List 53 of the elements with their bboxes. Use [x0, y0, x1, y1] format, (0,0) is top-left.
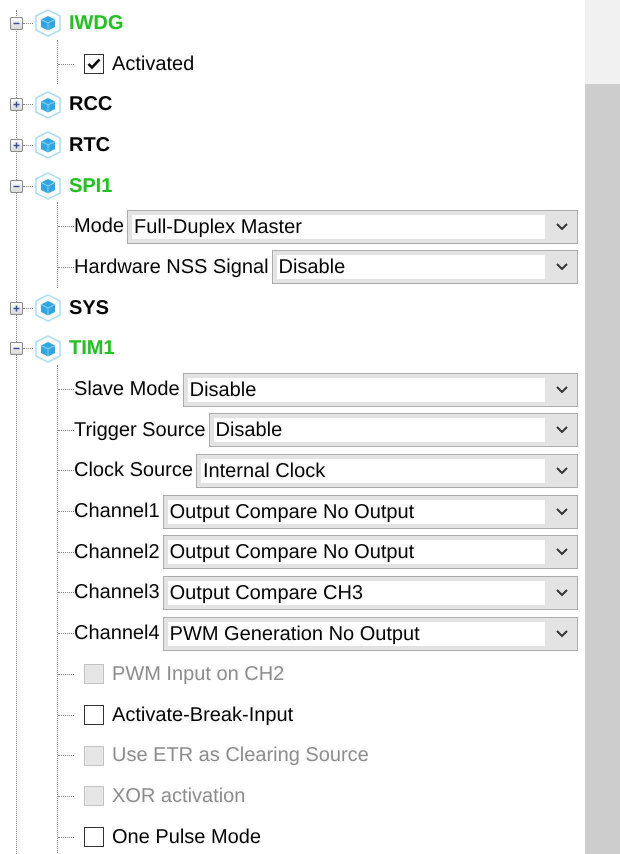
field-label: Channel3 — [74, 581, 160, 604]
expand-button[interactable] — [10, 302, 23, 315]
dropdown[interactable]: Disable — [272, 250, 578, 284]
dropdown[interactable]: Disable — [208, 413, 578, 448]
cube-icon — [33, 90, 63, 120]
node-label[interactable]: SYS — [69, 296, 110, 320]
field-label: Channel2 — [74, 540, 160, 564]
plus-icon — [11, 302, 22, 314]
node-label[interactable]: RTC — [69, 134, 110, 157]
cube-icon — [33, 171, 63, 202]
plus-icon — [11, 140, 22, 151]
field-label: Trigger Source — [74, 418, 206, 442]
chevron-down-icon — [555, 628, 569, 639]
field-label: Channel4 — [74, 622, 160, 646]
expand-button[interactable] — [10, 98, 23, 112]
check-icon — [87, 58, 101, 70]
dropdown[interactable]: Full-Duplex Master — [127, 210, 578, 244]
checkbox-label[interactable]: Activate-Break-Input — [112, 704, 294, 727]
cube-icon — [33, 8, 63, 38]
cube-icon — [33, 130, 63, 160]
collapse-button[interactable] — [10, 342, 23, 356]
chevron-down-icon — [555, 384, 569, 395]
checkbox[interactable] — [84, 54, 104, 74]
dropdown[interactable]: Disable — [182, 372, 578, 407]
expand-button[interactable] — [10, 138, 23, 152]
cube-icon — [33, 293, 63, 324]
dropdown[interactable]: PWM Generation No Output — [162, 616, 578, 651]
chevron-down-icon — [555, 547, 569, 558]
collapse-button[interactable] — [10, 16, 23, 30]
field-label: Clock Source — [74, 459, 193, 482]
chevron-down-icon — [555, 588, 569, 598]
chevron-down-icon — [555, 222, 569, 232]
field-label: Mode — [74, 215, 124, 238]
checkbox[interactable] — [84, 705, 104, 726]
node-label[interactable]: RCC — [69, 93, 112, 116]
dropdown[interactable]: Output Compare No Output — [162, 494, 578, 529]
scrollbar-thumb[interactable] — [585, 84, 620, 854]
dropdown[interactable]: Internal Clock — [196, 454, 578, 488]
field-label: Channel1 — [74, 500, 160, 524]
chevron-down-icon — [555, 425, 569, 436]
chevron-down-icon — [555, 262, 569, 272]
collapse-button[interactable] — [10, 180, 23, 193]
checkbox-label[interactable]: Activated — [112, 52, 194, 76]
cube-icon — [33, 334, 63, 364]
field-label: Slave Mode — [74, 378, 180, 402]
dropdown[interactable]: Output Compare CH3 — [162, 576, 578, 610]
plus-icon — [11, 99, 22, 110]
dropdown[interactable]: Output Compare No Output — [162, 535, 578, 570]
chevron-down-icon — [555, 506, 569, 517]
chevron-down-icon — [555, 466, 569, 476]
field-label: Hardware NSS Signal — [74, 256, 269, 279]
checkbox-label[interactable]: One Pulse Mode — [112, 826, 261, 849]
checkbox[interactable] — [84, 827, 104, 848]
